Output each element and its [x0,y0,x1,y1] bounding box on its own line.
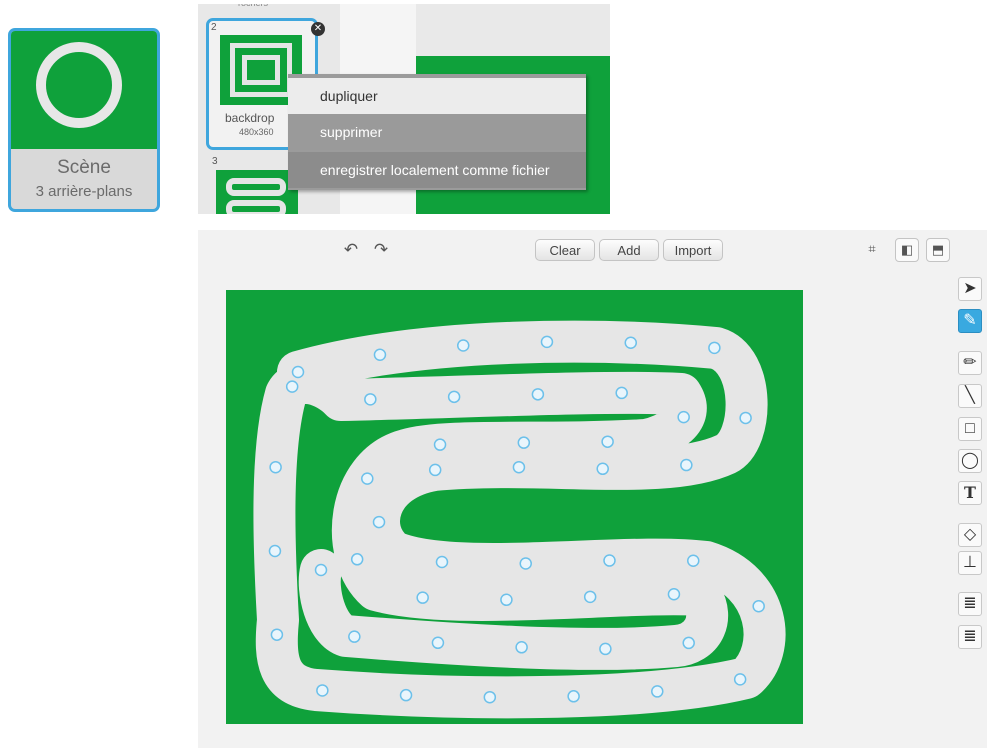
paint-canvas[interactable] [226,290,803,724]
backdrop-item-3-thumbnail[interactable] [216,170,298,214]
reshape-control-point [667,587,681,601]
reshape-control-point [583,590,597,604]
pencil-tool-icon[interactable]: ✏ [958,351,982,375]
reshape-control-point [515,641,528,654]
delete-backdrop-icon[interactable]: ✕ [311,22,325,36]
reshape-control-point [350,553,364,566]
reshape-control-point [603,554,616,567]
stage-thumbnail [11,31,157,149]
backdrop-item-number: 2 [211,22,217,33]
reshape-control-point [269,460,282,474]
reshape-control-point [373,348,387,361]
reshape-control-point [601,435,614,448]
reshape-control-point [433,438,447,451]
reshape-control-point [268,544,282,558]
menu-item-export[interactable]: enregistrer localement comme fichier [288,152,586,188]
rectangle-tool-icon[interactable]: □ [958,417,982,441]
stamp-tool-icon[interactable]: ⊥ [958,551,982,575]
backdrop-item-size: 480x360 [239,127,274,137]
reshape-control-point [416,591,429,604]
line-tool-icon[interactable]: ╲ [958,384,982,408]
clear-button[interactable]: Clear [535,239,595,261]
stage-tile[interactable]: Scène 3 arrière-plans [8,28,160,212]
backdrop-prev-label: rochers [238,4,268,8]
fill-tool-icon[interactable]: ◇ [958,523,982,547]
reshape-control-point [519,557,532,570]
reshape-control-point [687,554,700,568]
add-button[interactable]: Add [599,239,659,261]
reshape-control-point [361,472,374,485]
reshape-control-point [517,436,531,449]
reshape-control-point [540,335,554,349]
backdrop-context-menu: dupliquer supprimer enregistrer localeme… [288,74,586,190]
reshape-control-point [708,341,721,355]
select-tool-icon[interactable]: ➤ [958,277,982,301]
backdrop-item-number: 3 [212,156,218,167]
reshape-control-point [615,386,628,400]
flip-horizontal-icon[interactable]: ◧ [895,238,919,262]
import-button[interactable]: Import [663,239,723,261]
reshape-control-point [596,462,609,476]
text-tool-icon[interactable]: T [958,481,982,505]
reshape-control-point [682,636,695,650]
flip-vertical-icon[interactable]: ⬒ [926,238,950,262]
reshape-control-point [364,393,377,406]
reshape-control-point [314,563,328,577]
reshape-control-point [739,411,752,425]
undo-icon[interactable]: ↶ [339,239,363,261]
reshape-control-point [270,628,284,641]
reshape-control-point [399,688,413,702]
canvas-drawing[interactable] [226,290,803,724]
reshape-tool-icon[interactable]: ✎ [958,309,982,333]
paint-editor: ↶ ↷ Clear Add Import ⌗ ◧ ⬒ ➤ ✎ ✏ ╲ □ ◯ T… [198,230,987,748]
reshape-control-point [651,685,664,698]
ellipse-tool-icon[interactable]: ◯ [958,449,982,473]
menu-item-delete[interactable]: supprimer [288,114,586,150]
menu-item-duplicate[interactable]: dupliquer [288,78,586,114]
reshape-control-point [624,336,638,349]
backdrop-item-name: backdrop [225,111,275,125]
reshape-control-point [512,460,526,474]
reshape-control-point [372,515,386,529]
reshape-control-point [752,599,765,613]
redo-icon[interactable]: ↷ [369,239,393,261]
reshape-control-point [733,673,747,686]
reshape-control-point [677,410,690,424]
reshape-control-point [483,690,497,704]
reshape-control-point [500,593,513,607]
reshape-control-point [291,365,305,379]
forward-layer-tool-icon[interactable]: ≣ [958,592,982,616]
reshape-control-point [447,390,461,404]
reshape-control-point [435,555,449,569]
crop-icon[interactable]: ⌗ [860,238,884,262]
stage-title: Scène [57,157,111,178]
reshape-control-point [680,458,693,472]
reshape-control-point [456,339,470,352]
reshape-control-point [431,636,445,650]
reshape-control-point [316,684,329,697]
back-layer-tool-icon[interactable]: ≣ [958,625,982,649]
stage-backdrop-count: 3 arrière-plans [35,183,133,200]
reshape-control-point [531,388,545,401]
reshape-control-point [567,690,580,703]
reshape-control-point [285,380,299,393]
reshape-control-point [428,463,442,477]
reshape-control-point [599,642,612,656]
stage-thumbnail-ring [36,42,122,128]
reshape-control-point [348,630,361,643]
